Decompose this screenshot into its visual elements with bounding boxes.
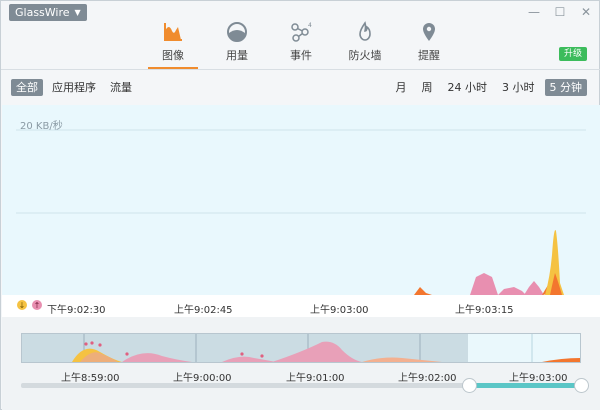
tab-alerts[interactable]: 提醒 xyxy=(404,15,454,69)
traffic-graph[interactable]: 20 KB/秒 xyxy=(2,105,600,295)
svg-text:↓: ↓ xyxy=(19,301,26,310)
graph-y-label: 20 KB/秒 xyxy=(20,121,63,132)
traffic-spike xyxy=(470,273,498,295)
tab-graph[interactable]: 图像 xyxy=(148,15,198,69)
filter-traffic[interactable]: 流量 xyxy=(105,79,137,96)
graph-icon xyxy=(164,23,182,41)
tab-firewall-label: 防火墙 xyxy=(348,49,382,62)
tab-firewall[interactable]: 防火墙 xyxy=(340,15,390,69)
traffic-spike xyxy=(524,281,544,295)
svg-text:↑: ↑ xyxy=(34,301,41,310)
filter-apps[interactable]: 应用程序 xyxy=(47,79,101,96)
range-3h[interactable]: 3 小时 xyxy=(497,79,540,96)
range-start-handle[interactable] xyxy=(462,378,477,393)
range-week[interactable]: 周 xyxy=(417,79,438,96)
svg-text:4: 4 xyxy=(308,22,312,29)
overview-traffic xyxy=(222,356,276,362)
firewall-flame-icon xyxy=(359,21,371,41)
overview-scroll-range[interactable] xyxy=(469,383,581,388)
view-filter-bar: 全部 应用程序 流量 xyxy=(11,79,137,96)
overview-svg xyxy=(72,334,580,362)
alert-pin-icon xyxy=(423,23,435,41)
overview-time-label: 上午8:59:00 xyxy=(61,373,120,384)
time-range-bar: 月 周 24 小时 3 小时 5 分钟 xyxy=(391,79,587,96)
graph-time-label: 上午9:02:45 xyxy=(174,305,233,316)
overview-time-label: 上午9:02:00 xyxy=(398,373,457,384)
tab-usage[interactable]: 用量 xyxy=(212,15,262,69)
glasswire-window: GlassWire ▼ — ☐ ✕ 图像 用量 4 事件 防火墙 提醒 升级 全… xyxy=(0,0,600,410)
overview-traffic xyxy=(272,341,362,362)
usage-pie-icon xyxy=(227,22,247,42)
tab-graph-label: 图像 xyxy=(162,49,184,62)
range-end-handle[interactable] xyxy=(574,378,589,393)
overview-time-label: 上午9:00:00 xyxy=(173,373,232,384)
graph-time-label: 上午9:03:00 xyxy=(310,305,369,316)
range-5min[interactable]: 5 分钟 xyxy=(544,79,587,96)
overview-timeline[interactable] xyxy=(21,333,581,363)
traffic-spike xyxy=(414,287,432,295)
overview-traffic xyxy=(362,357,442,362)
tab-usage-label: 用量 xyxy=(226,49,248,62)
events-nodes-icon: 4 xyxy=(291,22,312,42)
upgrade-button[interactable]: 升级 xyxy=(558,47,587,61)
overview-panel xyxy=(2,317,600,410)
overview-time-label: 上午9:03:00 xyxy=(509,373,568,384)
header-divider xyxy=(1,69,600,70)
range-24h[interactable]: 24 小时 xyxy=(443,79,493,96)
main-nav: 图像 用量 4 事件 防火墙 提醒 xyxy=(1,15,600,69)
range-month[interactable]: 月 xyxy=(391,79,412,96)
tab-events-label: 事件 xyxy=(290,49,312,62)
tab-alerts-label: 提醒 xyxy=(418,49,440,62)
graph-time-axis: ↓ ↑ 下午9:02:30 上午9:02:45 上午9:03:00 上午9:03… xyxy=(2,295,600,317)
traffic-graph-svg xyxy=(16,129,586,295)
filter-all[interactable]: 全部 xyxy=(11,79,43,96)
overview-time-label: 上午9:01:00 xyxy=(286,373,345,384)
tab-events[interactable]: 4 事件 xyxy=(276,15,326,69)
graph-time-label: 下午9:02:30 xyxy=(47,305,106,316)
traffic-spike xyxy=(498,287,526,295)
overview-traffic xyxy=(122,353,192,362)
overview-traffic xyxy=(542,358,580,362)
graph-time-label: 上午9:03:15 xyxy=(455,305,514,316)
